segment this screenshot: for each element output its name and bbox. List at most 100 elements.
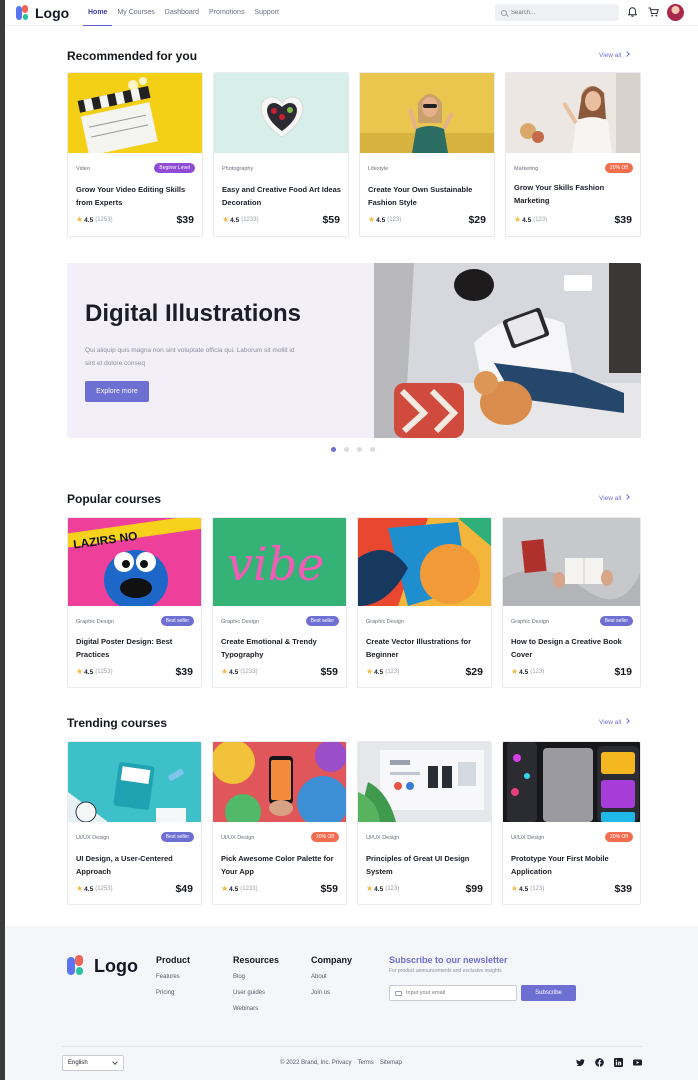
discount-badge: 20% Off [605, 163, 633, 173]
course-price: $59 [322, 214, 340, 226]
avatar[interactable] [667, 4, 684, 21]
privacy-link[interactable]: Privacy [332, 1060, 352, 1066]
carousel-dot-4[interactable] [370, 447, 375, 452]
carousel-dot-2[interactable] [344, 447, 349, 452]
footer-link-blog[interactable]: Blog [233, 974, 279, 980]
course-category: Lifestyle [368, 166, 389, 172]
course-thumbnail [68, 742, 201, 822]
course-card[interactable]: Lifestyle Create Your Own Sustainable Fa… [359, 72, 495, 237]
footer-logo-text: Logo [94, 955, 138, 976]
footer-heading: Resources [233, 955, 280, 965]
nav-item-dashboard[interactable]: Dashboard [160, 0, 204, 26]
course-title: How to Design a Creative Book Cover [511, 637, 622, 659]
footer-link-features[interactable]: Features [156, 974, 190, 980]
sitemap-link[interactable]: Sitemap [380, 1060, 402, 1066]
course-category: UI/UX Design [76, 835, 110, 841]
course-thumbnail [503, 742, 640, 822]
course-rating: ★ 4.5 (1253) [76, 884, 113, 893]
level-badge: Beginer Level [154, 163, 195, 173]
nav-item-promotions[interactable]: Promotions [204, 0, 249, 26]
course-card[interactable]: Photography Easy and Creative Food Art I… [213, 72, 349, 237]
course-card[interactable]: UI/UX Design 20% Off Prototype Your Firs… [502, 741, 641, 905]
email-input[interactable] [406, 990, 506, 996]
footer-heading: Product [156, 955, 191, 965]
best-seller-badge: Best seller [599, 616, 633, 626]
footer-link-join-us[interactable]: Join us [311, 990, 352, 996]
search-input[interactable] [511, 9, 611, 16]
recommended-title: Recommended for you [67, 49, 198, 63]
course-card[interactable]: vibe Graphic Design Best seller Create E… [212, 517, 347, 688]
star-icon: ★ [222, 215, 230, 224]
course-category: Graphic Design [76, 619, 114, 625]
course-card[interactable]: Marketing 20% Off Grow Your Skills Fashi… [505, 72, 641, 237]
course-price: $39 [175, 666, 193, 678]
language-value: English [68, 1060, 88, 1066]
course-rating: ★ 4.5 (123) [366, 667, 400, 676]
course-thumbnail [358, 518, 491, 606]
nav-item-support[interactable]: Support [249, 0, 284, 26]
course-title: Create Emotional & Trendy Typography [221, 637, 317, 659]
facebook-icon[interactable] [595, 1058, 604, 1067]
footer-logo[interactable]: Logo [67, 955, 138, 977]
nav-item-my-courses[interactable]: My Courses [112, 0, 159, 26]
course-thumbnail [503, 518, 640, 606]
footer-column-resources: Resources Blog User guides Webinars [233, 955, 279, 1022]
best-seller-badge: Best seller [305, 616, 339, 626]
course-price: $49 [175, 883, 193, 895]
course-card[interactable]: UI/UX Design Principles of Great UI Desi… [357, 741, 492, 905]
course-title: Grow Your Video Editing Skills from Expe… [76, 185, 186, 207]
youtube-icon[interactable] [633, 1058, 642, 1067]
footer-column-company: Company About Join us [311, 955, 352, 1006]
logo[interactable]: Logo [16, 5, 69, 21]
footer-link-pricing[interactable]: Pricing [156, 990, 190, 996]
chevron-right-icon [624, 51, 631, 57]
course-category: Graphic Design [511, 619, 549, 625]
course-rating: ★ 4.5 (1233) [221, 884, 258, 893]
footer-link-webinars[interactable]: Webinars [233, 1006, 279, 1012]
footer-link-about[interactable]: About [311, 974, 352, 980]
course-card[interactable]: UI/UX Design 20% Off Pick Awesome Color … [212, 741, 347, 905]
course-card[interactable]: LAZIRS NO Graphic Design Best seller Dig… [67, 517, 202, 688]
linkedin-icon[interactable] [614, 1058, 623, 1067]
footer-link-user-guides[interactable]: User guides [233, 990, 279, 996]
twitter-icon[interactable] [576, 1058, 585, 1067]
logo-mark-icon [16, 5, 32, 21]
star-icon: ★ [76, 667, 84, 676]
course-price: $29 [468, 214, 486, 226]
trending-view-all-link[interactable]: View all [599, 718, 631, 726]
language-select[interactable]: English [62, 1055, 124, 1071]
chevron-down-icon [112, 1059, 118, 1065]
carousel-dot-1[interactable] [331, 447, 336, 452]
course-price: $39 [614, 214, 632, 226]
carousel-dot-3[interactable] [357, 447, 362, 452]
course-card[interactable]: UI/UX Design Best seller UI Design, a Us… [67, 741, 202, 905]
nav-item-home[interactable]: Home [83, 0, 113, 26]
course-category: UI/UX Design [221, 835, 255, 841]
subscribe-button[interactable]: Subscribe [521, 985, 576, 1001]
newsletter-email-field[interactable] [389, 985, 517, 1001]
newsletter-subtitle: For product announcements and exclusive … [389, 968, 502, 974]
course-card[interactable]: Graphic Design Create Vector Illustratio… [357, 517, 492, 688]
course-title: UI Design, a User-Centered Approach [76, 854, 173, 876]
course-card[interactable]: Video Beginer Level Grow Your Video Edit… [67, 72, 203, 237]
course-title: Prototype Your First Mobile Application [511, 854, 609, 876]
recommended-view-all-link[interactable]: View all [599, 51, 631, 59]
cart-icon[interactable] [648, 7, 659, 17]
terms-link[interactable]: Terms [357, 1060, 373, 1066]
course-card[interactable]: Graphic Design Best seller How to Design… [502, 517, 641, 688]
course-price: $39 [176, 214, 194, 226]
main-nav: Home My Courses Dashboard Promotions Sup… [83, 0, 284, 26]
course-category: UI/UX Design [366, 835, 400, 841]
course-thumbnail [360, 73, 494, 153]
explore-more-button[interactable]: Explore more [85, 381, 149, 402]
star-icon: ★ [511, 667, 519, 676]
star-icon: ★ [221, 884, 229, 893]
discount-badge: 20% Off [605, 832, 633, 842]
footer-heading: Company [311, 955, 353, 965]
hero-banner: Digital Illustrations Qui aliquip quis m… [67, 263, 641, 438]
popular-view-all-link[interactable]: View all [599, 494, 631, 502]
bell-icon[interactable] [628, 7, 637, 17]
course-rating: ★ 4.5 (1233) [222, 215, 259, 224]
course-thumbnail [68, 73, 202, 153]
search-box[interactable] [495, 4, 619, 21]
